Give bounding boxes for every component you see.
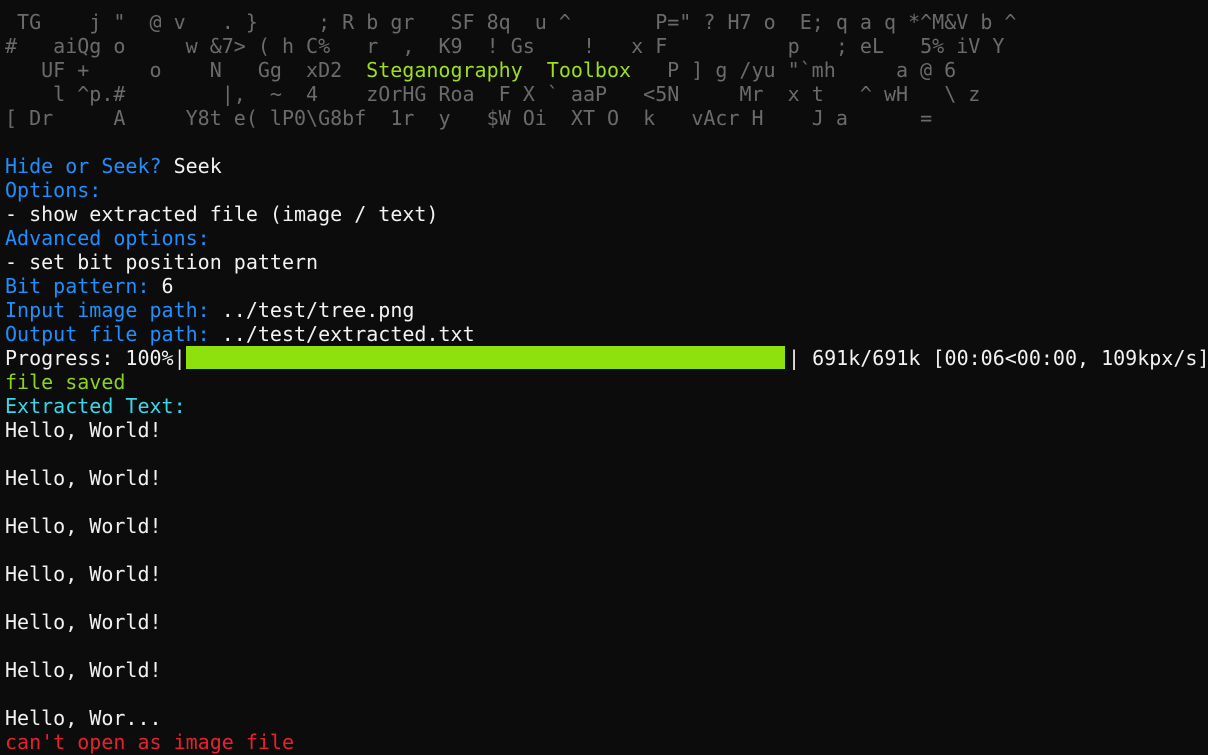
options-label: Options: [5, 178, 102, 202]
app-title: Steganography Toolbox [366, 58, 632, 82]
hide-or-seek-label: Hide or Seek? [5, 154, 162, 178]
progress-label: Progress: 100%| [5, 346, 186, 370]
input-path-value: ../test/tree.png [221, 298, 415, 322]
bit-pattern-value: 6 [161, 274, 174, 298]
input-path-label: Input image path: [5, 298, 210, 322]
output-path-value: ../test/extracted.txt [221, 322, 475, 346]
extracted-line: Hello, World! [5, 610, 162, 634]
extracted-line: Hello, Wor... [5, 706, 162, 730]
extracted-line: Hello, World! [5, 418, 162, 442]
banner-line-1: TG j " @ v . } ; R b gr SF 8q u ^ P=" ? … [5, 10, 1017, 34]
banner-line-3-tail: P ] g /yu "`mh a @ 6 [631, 58, 957, 82]
advanced-option-item: - set bit position pattern [5, 250, 319, 274]
advanced-options-label: Advanced options: [5, 226, 210, 250]
progress-stats: | 691k/691k [00:06<00:00, 109kpx/s] [788, 346, 1208, 370]
output-path-line: Output file path: ../test/extracted.txt [5, 322, 475, 346]
hide-or-seek-line: Hide or Seek? Seek [5, 154, 222, 178]
output-path-label: Output file path: [5, 322, 210, 346]
progress-bar [186, 346, 785, 369]
banner-line-3: UF + o N Gg xD2 Steganography Toolbox P ]… [5, 58, 956, 82]
input-path-line: Input image path: ../test/tree.png [5, 298, 414, 322]
error-message: can't open as image file [5, 730, 294, 754]
extracted-text-label: Extracted Text: [5, 394, 186, 418]
extracted-line: Hello, World! [5, 562, 162, 586]
extracted-line: Hello, World! [5, 514, 162, 538]
terminal-window[interactable]: TG j " @ v . } ; R b gr SF 8q u ^ P=" ? … [0, 0, 1208, 755]
option-item: - show extracted file (image / text) [5, 202, 439, 226]
banner-line-5: [ Dr A Y8t e( lP0\G8bf 1r y $W Oi XT O k… [5, 106, 933, 130]
hide-or-seek-value: Seek [173, 154, 222, 178]
bit-pattern-line: Bit pattern: 6 [5, 274, 174, 298]
file-saved-message: file saved [5, 370, 126, 394]
extracted-line: Hello, World! [5, 658, 162, 682]
banner-line-4: l ^p.# |, ~ 4 zOrHG Roa F X ` aaP <5N Mr… [5, 82, 981, 106]
bit-pattern-label: Bit pattern: [5, 274, 150, 298]
banner-line-3-head: UF + o N Gg xD2 [5, 58, 343, 82]
banner-line-2: # aiQg o w &7> ( h C% r , K9 ! Gs ! x F … [5, 34, 1005, 58]
extracted-line: Hello, World! [5, 466, 162, 490]
